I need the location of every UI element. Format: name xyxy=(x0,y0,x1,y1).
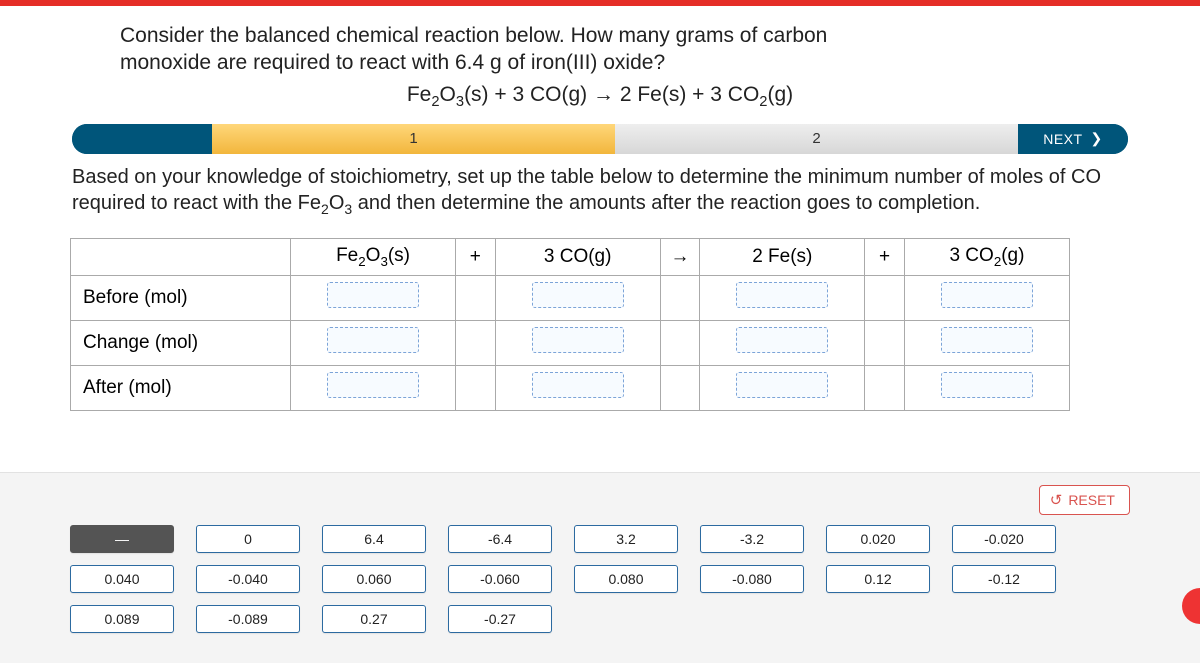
slot-change-co2[interactable] xyxy=(941,327,1033,353)
tile-0p12[interactable]: 0.12 xyxy=(826,565,930,593)
balanced-equation: Fe2O3(s) + 3 CO(g) → 2 Fe(s) + 3 CO2(g) xyxy=(70,83,1130,110)
instr-sub1: 2 xyxy=(321,201,329,217)
answer-tile-zone: ↺ RESET — 0 6.4 -6.4 3.2 -3.2 0.020 -0.0… xyxy=(0,472,1200,663)
main-content: Consider the balanced chemical reaction … xyxy=(0,6,1200,411)
table-row: Before (mol) xyxy=(71,275,1070,320)
tile-n6p4[interactable]: -6.4 xyxy=(448,525,552,553)
tile-dash[interactable]: — xyxy=(70,525,174,553)
tile-0p080[interactable]: 0.080 xyxy=(574,565,678,593)
col-fe2o3: Fe2O3(s) xyxy=(291,238,456,275)
tile-row-2: 0.040 -0.040 0.060 -0.060 0.080 -0.080 0… xyxy=(70,565,1130,593)
slot-after-fe[interactable] xyxy=(736,372,828,398)
chevron-right-icon: ❯ xyxy=(1091,130,1103,147)
next-label: NEXT xyxy=(1043,131,1082,147)
table-row: Change (mol) xyxy=(71,320,1070,365)
step-progress-bar: 1 2 NEXT ❯ xyxy=(72,124,1128,154)
tile-0p060[interactable]: 0.060 xyxy=(322,565,426,593)
tile-n0p060[interactable]: -0.060 xyxy=(448,565,552,593)
row-after-label: After (mol) xyxy=(71,365,291,410)
step-2-label: 2 xyxy=(812,130,820,147)
col-fe: 2 Fe(s) xyxy=(700,238,865,275)
tile-0[interactable]: 0 xyxy=(196,525,300,553)
slot-before-co[interactable] xyxy=(532,282,624,308)
table-corner xyxy=(71,238,291,275)
tile-n0p12[interactable]: -0.12 xyxy=(952,565,1056,593)
instr-p2: and then determine the amounts after the… xyxy=(352,192,980,214)
tile-0p040[interactable]: 0.040 xyxy=(70,565,174,593)
slot-after-fe2o3[interactable] xyxy=(327,372,419,398)
tile-6p4[interactable]: 6.4 xyxy=(322,525,426,553)
next-button[interactable]: NEXT ❯ xyxy=(1018,124,1128,154)
tile-n0p080[interactable]: -0.080 xyxy=(700,565,804,593)
reset-button[interactable]: ↺ RESET xyxy=(1039,485,1130,515)
ice-table: Fe2O3(s) + 3 CO(g) → 2 Fe(s) + 3 CO2(g) … xyxy=(70,238,1070,411)
tile-n0p040[interactable]: -0.040 xyxy=(196,565,300,593)
instr-sub2: 3 xyxy=(344,201,352,217)
tile-n0p020[interactable]: -0.020 xyxy=(952,525,1056,553)
table-row: After (mol) xyxy=(71,365,1070,410)
op-plus-2: + xyxy=(865,238,905,275)
tile-row-3: 0.089 -0.089 0.27 -0.27 xyxy=(70,605,1130,633)
tile-0p020[interactable]: 0.020 xyxy=(826,525,930,553)
slot-after-co[interactable] xyxy=(532,372,624,398)
slot-after-co2[interactable] xyxy=(941,372,1033,398)
step-2[interactable]: 2 xyxy=(615,124,1018,154)
reset-icon: ↺ xyxy=(1050,491,1063,509)
slot-before-fe[interactable] xyxy=(736,282,828,308)
slot-change-fe[interactable] xyxy=(736,327,828,353)
reset-label: RESET xyxy=(1068,492,1115,508)
slot-change-co[interactable] xyxy=(532,327,624,353)
step-instructions: Based on your knowledge of stoichiometry… xyxy=(72,164,1128,218)
step-1-label: 1 xyxy=(409,130,417,147)
step-1[interactable]: 1 xyxy=(212,124,615,154)
tile-n0p27[interactable]: -0.27 xyxy=(448,605,552,633)
tile-row-1: — 0 6.4 -6.4 3.2 -3.2 0.020 -0.020 xyxy=(70,525,1130,553)
col-co2: 3 CO2(g) xyxy=(904,238,1069,275)
tile-n0p089[interactable]: -0.089 xyxy=(196,605,300,633)
question-line-1: Consider the balanced chemical reaction … xyxy=(120,24,827,47)
slot-before-co2[interactable] xyxy=(941,282,1033,308)
row-change-label: Change (mol) xyxy=(71,320,291,365)
question-text: Consider the balanced chemical reaction … xyxy=(70,16,1130,77)
instr-mid: O xyxy=(329,192,345,214)
tile-3p2[interactable]: 3.2 xyxy=(574,525,678,553)
slot-before-fe2o3[interactable] xyxy=(327,282,419,308)
tile-0p27[interactable]: 0.27 xyxy=(322,605,426,633)
step-bar-lead xyxy=(72,124,212,154)
tile-n3p2[interactable]: -3.2 xyxy=(700,525,804,553)
row-before-label: Before (mol) xyxy=(71,275,291,320)
slot-change-fe2o3[interactable] xyxy=(327,327,419,353)
question-line-2: monoxide are required to react with 6.4 … xyxy=(120,51,665,74)
op-arrow: → xyxy=(660,238,700,275)
col-co: 3 CO(g) xyxy=(495,238,660,275)
tile-0p089[interactable]: 0.089 xyxy=(70,605,174,633)
op-plus-1: + xyxy=(456,238,496,275)
